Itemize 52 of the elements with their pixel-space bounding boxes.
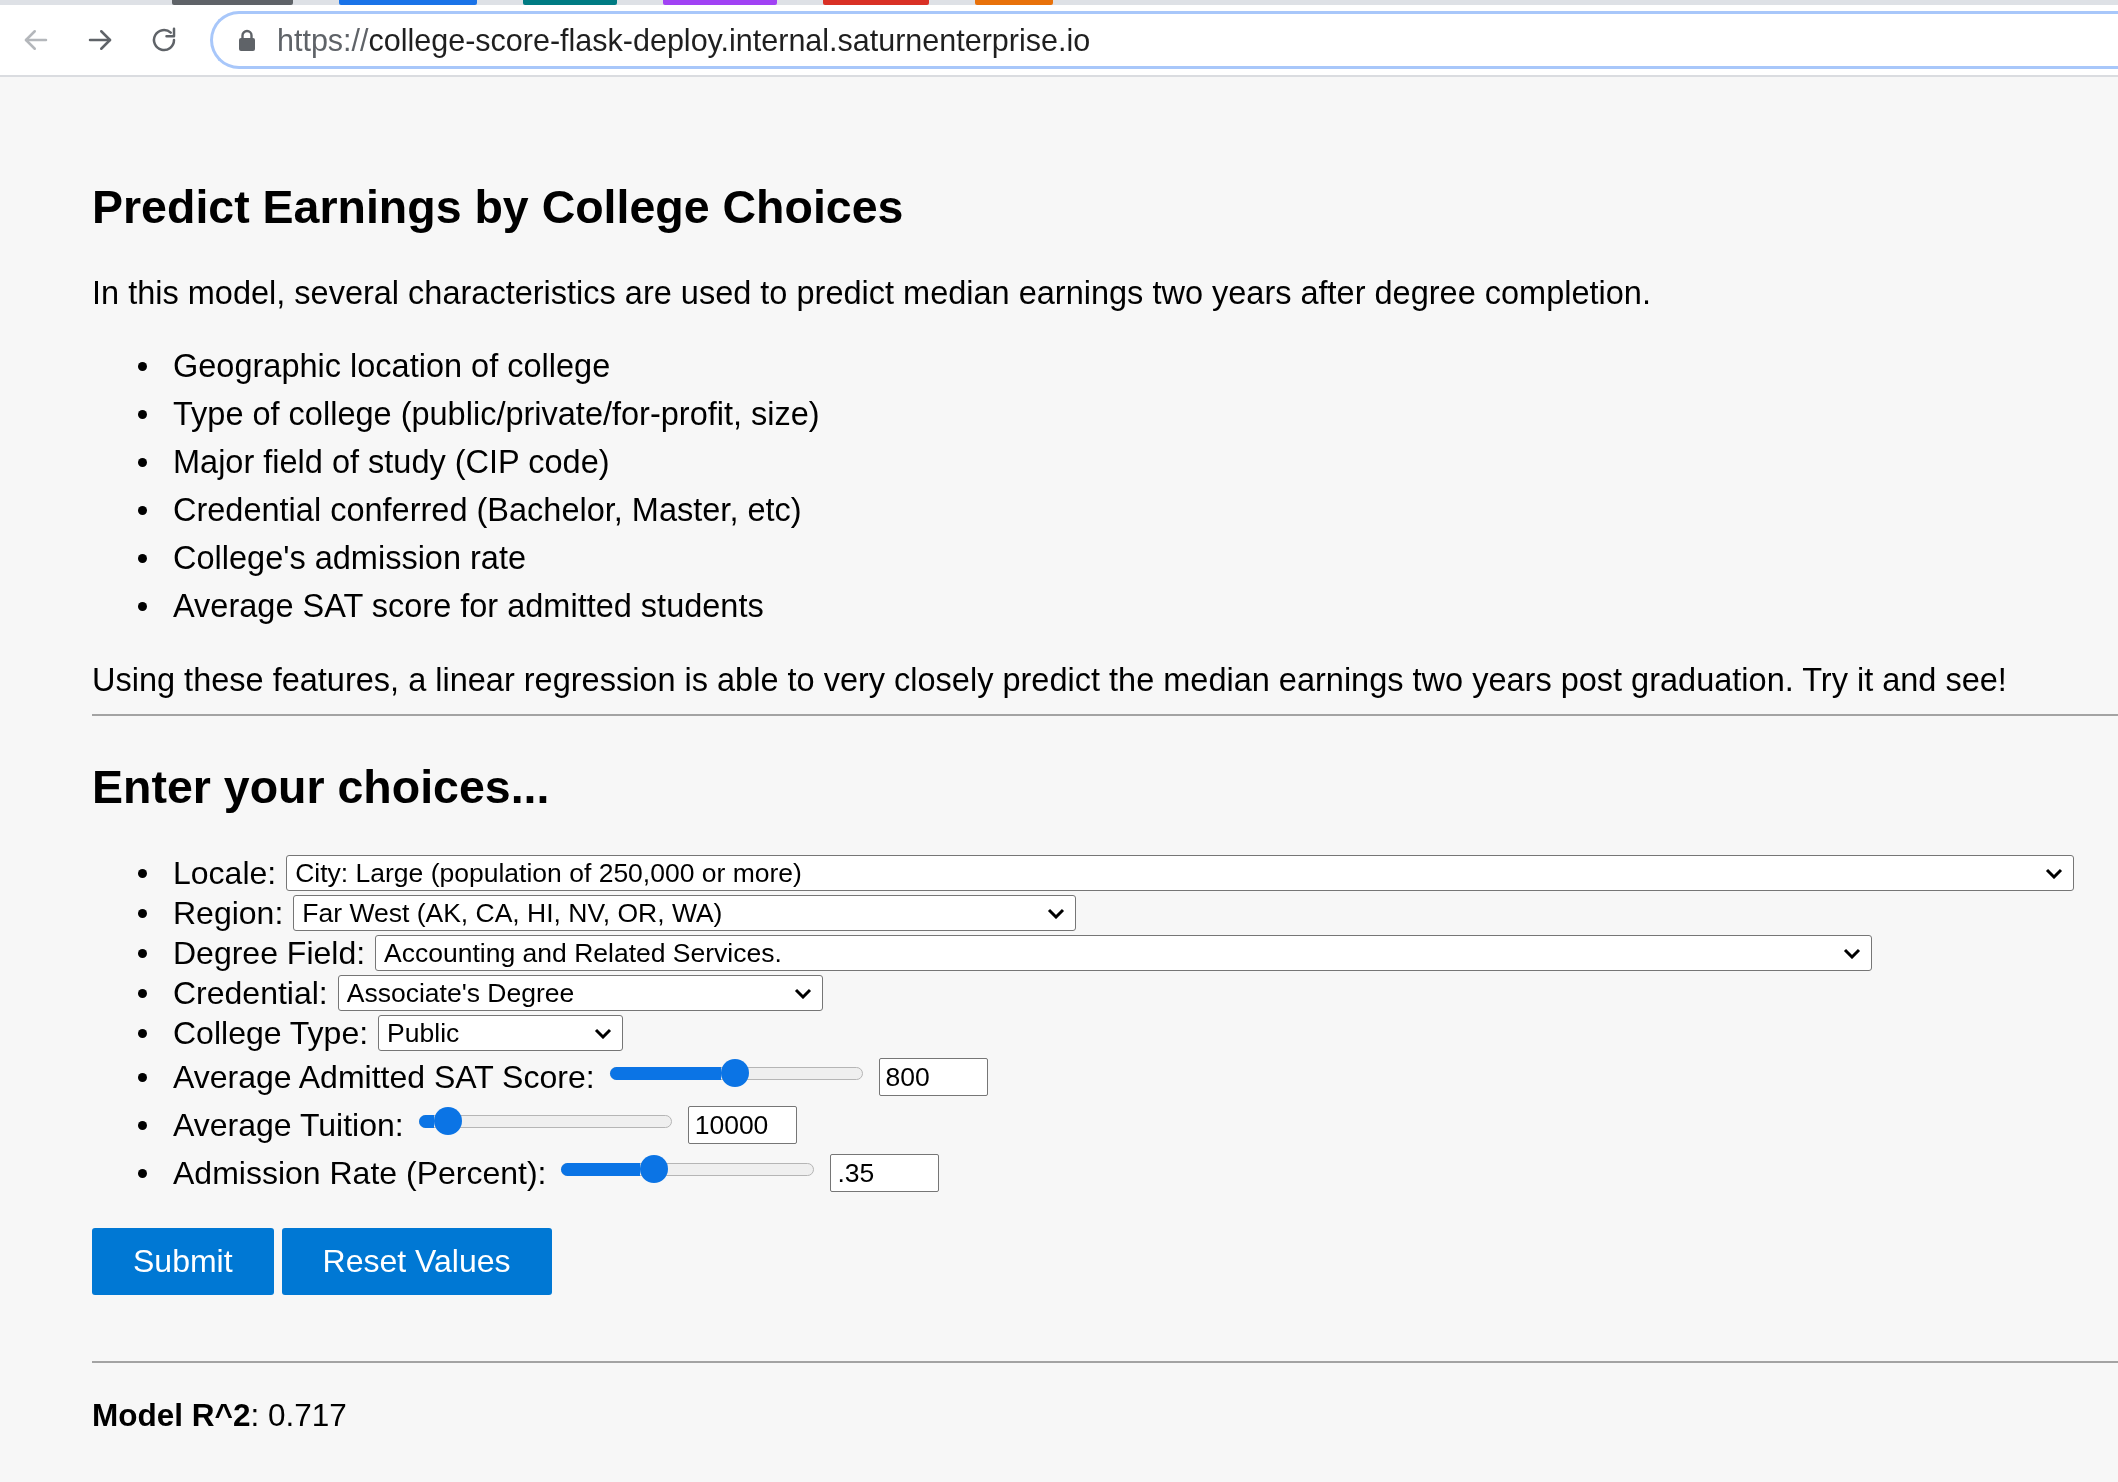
dropdown[interactable]: City: Large (population of 250,000 or more) (286, 855, 2075, 891)
dropdown[interactable]: Accounting and Related Services. (375, 935, 1873, 971)
field-label: Average Tuition: (173, 1106, 404, 1144)
bullet-icon (138, 948, 147, 958)
field-label: Region: (173, 894, 284, 932)
dropdown[interactable]: Associate's Degree (337, 975, 823, 1011)
bullet-icon (138, 505, 147, 515)
field-label: Degree Field: (173, 934, 366, 972)
field-label: Average Admitted SAT Score: (173, 1058, 595, 1096)
address-bar[interactable]: https://college-score-flask-deploy.internal.saturnenterprise.io (210, 11, 2118, 69)
bullet-icon (138, 361, 147, 371)
bullet-icon (138, 409, 147, 419)
bullet-icon (138, 908, 147, 918)
slider-thumb[interactable] (433, 1107, 462, 1135)
list-item-text: Major field of study (CIP code) (173, 443, 610, 481)
dropdown[interactable]: Public (378, 1015, 624, 1051)
bullet-icon (138, 1120, 147, 1130)
bullet-icon (138, 553, 147, 563)
dropdown[interactable]: Far West (AK, CA, HI, NV, OR, WA) (293, 895, 1077, 931)
value-field[interactable]: .35 (830, 1154, 940, 1192)
chevron-down-icon (1843, 947, 1862, 959)
list-item-text: Type of college (public/private/for-profit, size) (173, 395, 820, 433)
intro-paragraph: In this model, several characteristics are used to predict median earnings two years after degree completion. (92, 274, 1652, 313)
value-field[interactable]: 800 (878, 1058, 988, 1096)
value-field[interactable]: 10000 (687, 1106, 797, 1144)
page-title: Predict Earnings by College Choices (92, 182, 905, 232)
list-item-text: Geographic location of college (173, 347, 611, 385)
lock-icon (238, 29, 256, 51)
bullet-icon (138, 988, 147, 998)
slider-thumb[interactable] (720, 1059, 749, 1087)
chevron-down-icon (594, 1027, 613, 1039)
bullet-icon (138, 868, 147, 878)
chevron-down-icon (2045, 867, 2064, 879)
bullet-icon (138, 457, 147, 467)
slider-thumb[interactable] (639, 1155, 668, 1183)
bullet-icon (138, 1168, 147, 1178)
field-label: Admission Rate (Percent): (173, 1154, 547, 1192)
bullet-icon (138, 601, 147, 611)
chevron-down-icon (793, 987, 812, 999)
action-button[interactable]: Submit (92, 1228, 274, 1295)
field-label: Locale: (173, 854, 277, 892)
field-label: College Type: (173, 1014, 369, 1052)
result-text: Model R^2: 0.717 (92, 1396, 348, 1435)
list-item-text: College's admission rate (173, 539, 527, 577)
list-item-text: Credential conferred (Bachelor, Master, etc) (173, 491, 802, 529)
summary-paragraph: Using these features, a linear regression is able to very closely predict the median earnings two years post graduation. Try it and see! (92, 661, 2008, 700)
action-button[interactable]: Reset Values (281, 1228, 552, 1295)
bullet-icon (138, 1028, 147, 1038)
list-item-text: Average SAT score for admitted students (173, 587, 764, 625)
field-label: Credential: (173, 974, 328, 1012)
bullet-icon (138, 1072, 147, 1082)
chevron-down-icon (1047, 907, 1066, 919)
